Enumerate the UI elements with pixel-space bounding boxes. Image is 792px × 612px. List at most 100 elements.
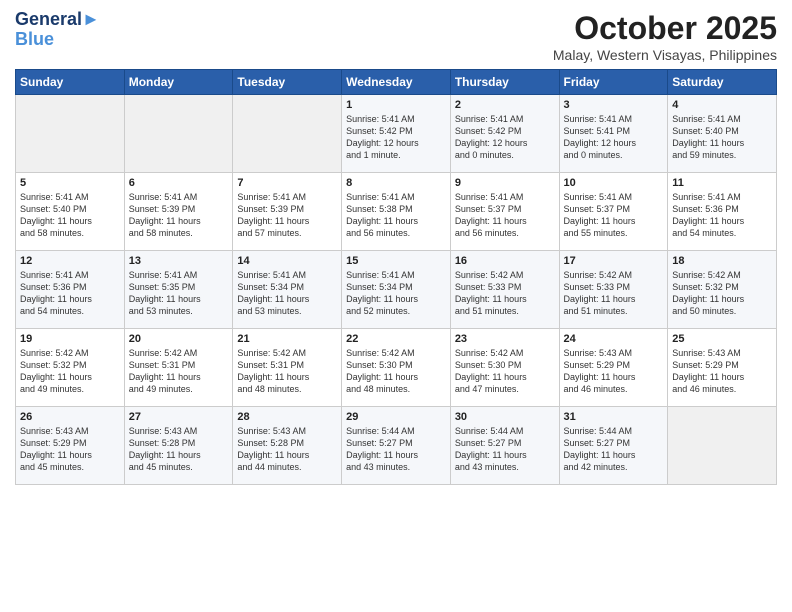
cell-text: Daylight: 11 hours [672, 215, 772, 227]
cell-text: Sunset: 5:39 PM [237, 203, 337, 215]
cell-text: Daylight: 11 hours [455, 449, 555, 461]
day-number: 11 [672, 177, 772, 189]
cell-text: and 57 minutes. [237, 227, 337, 239]
calendar-cell: 7Sunrise: 5:41 AMSunset: 5:39 PMDaylight… [233, 173, 342, 251]
cell-text: Daylight: 11 hours [672, 293, 772, 305]
calendar-cell: 24Sunrise: 5:43 AMSunset: 5:29 PMDayligh… [559, 329, 668, 407]
day-number: 1 [346, 99, 446, 111]
logo: General► Blue [15, 10, 100, 50]
cell-text: Sunset: 5:36 PM [672, 203, 772, 215]
cell-text: Sunset: 5:38 PM [346, 203, 446, 215]
day-number: 9 [455, 177, 555, 189]
cell-text: and 55 minutes. [564, 227, 664, 239]
calendar-cell: 11Sunrise: 5:41 AMSunset: 5:36 PMDayligh… [668, 173, 777, 251]
cell-text: Sunset: 5:32 PM [672, 281, 772, 293]
calendar-cell: 14Sunrise: 5:41 AMSunset: 5:34 PMDayligh… [233, 251, 342, 329]
cell-text: Sunset: 5:37 PM [564, 203, 664, 215]
cell-text: Sunset: 5:29 PM [20, 437, 120, 449]
day-number: 14 [237, 255, 337, 267]
day-number: 20 [129, 333, 229, 345]
cell-text: and 52 minutes. [346, 305, 446, 317]
col-wednesday: Wednesday [342, 70, 451, 95]
cell-text: Sunset: 5:27 PM [455, 437, 555, 449]
calendar-cell: 27Sunrise: 5:43 AMSunset: 5:28 PMDayligh… [124, 407, 233, 485]
cell-text: Daylight: 12 hours [564, 137, 664, 149]
cell-text: Sunrise: 5:41 AM [237, 191, 337, 203]
cell-text: Daylight: 11 hours [672, 371, 772, 383]
cell-text: Sunset: 5:31 PM [129, 359, 229, 371]
calendar-cell: 18Sunrise: 5:42 AMSunset: 5:32 PMDayligh… [668, 251, 777, 329]
day-number: 31 [564, 411, 664, 423]
cell-text: Sunrise: 5:42 AM [129, 347, 229, 359]
calendar-cell: 31Sunrise: 5:44 AMSunset: 5:27 PMDayligh… [559, 407, 668, 485]
cell-text: and 56 minutes. [346, 227, 446, 239]
day-number: 19 [20, 333, 120, 345]
calendar-cell: 25Sunrise: 5:43 AMSunset: 5:29 PMDayligh… [668, 329, 777, 407]
day-number: 22 [346, 333, 446, 345]
cell-text: and 0 minutes. [455, 149, 555, 161]
cell-text: and 0 minutes. [564, 149, 664, 161]
cell-text: Sunrise: 5:41 AM [20, 269, 120, 281]
cell-text: Sunset: 5:33 PM [455, 281, 555, 293]
cell-text: Sunset: 5:35 PM [129, 281, 229, 293]
cell-text: Sunrise: 5:42 AM [455, 269, 555, 281]
day-number: 18 [672, 255, 772, 267]
calendar-cell: 20 Sunrise: 5:42 AMSunset: 5:31 PMDayligh… [124, 329, 233, 407]
calendar-week-2: 5Sunrise: 5:41 AMSunset: 5:40 PMDaylight… [16, 173, 777, 251]
cell-text: and 54 minutes. [20, 305, 120, 317]
cell-text: Daylight: 11 hours [564, 215, 664, 227]
cell-text: and 42 minutes. [564, 461, 664, 473]
cell-text: Sunrise: 5:44 AM [346, 425, 446, 437]
day-number: 15 [346, 255, 446, 267]
cell-text: and 47 minutes. [455, 383, 555, 395]
cell-text: Sunset: 5:34 PM [346, 281, 446, 293]
cell-text: Sunrise: 5:42 AM [455, 347, 555, 359]
cell-text: Sunrise: 5:43 AM [672, 347, 772, 359]
col-tuesday: Tuesday [233, 70, 342, 95]
cell-text: Daylight: 11 hours [346, 371, 446, 383]
day-number: 3 [564, 99, 664, 111]
cell-text: Daylight: 11 hours [129, 371, 229, 383]
cell-text: Sunrise: 5:41 AM [455, 113, 555, 125]
cell-text: Sunset: 5:40 PM [20, 203, 120, 215]
subtitle: Malay, Western Visayas, Philippines [553, 47, 777, 63]
calendar-cell: 5Sunrise: 5:41 AMSunset: 5:40 PMDaylight… [16, 173, 125, 251]
calendar-cell: 8Sunrise: 5:41 AMSunset: 5:38 PMDaylight… [342, 173, 451, 251]
cell-text: and 48 minutes. [346, 383, 446, 395]
cell-text: Sunrise: 5:41 AM [346, 191, 446, 203]
day-number: 8 [346, 177, 446, 189]
cell-text: and 56 minutes. [455, 227, 555, 239]
cell-text: and 46 minutes. [564, 383, 664, 395]
cell-text: and 53 minutes. [129, 305, 229, 317]
calendar-cell: 2Sunrise: 5:41 AMSunset: 5:42 PMDaylight… [450, 95, 559, 173]
page-container: General► Blue October 2025 Malay, Wester… [0, 0, 792, 495]
cell-text: Sunset: 5:29 PM [672, 359, 772, 371]
cell-text: Daylight: 12 hours [346, 137, 446, 149]
cell-text: Daylight: 11 hours [237, 215, 337, 227]
cell-text: and 58 minutes. [129, 227, 229, 239]
day-number: 27 [129, 411, 229, 423]
day-number: 24 [564, 333, 664, 345]
cell-text: Daylight: 11 hours [564, 449, 664, 461]
calendar-body: 1Sunrise: 5:41 AMSunset: 5:42 PMDaylight… [16, 95, 777, 485]
calendar-cell: 3Sunrise: 5:41 AMSunset: 5:41 PMDaylight… [559, 95, 668, 173]
cell-text: Sunrise: 5:42 AM [346, 347, 446, 359]
cell-text: and 51 minutes. [455, 305, 555, 317]
col-thursday: Thursday [450, 70, 559, 95]
day-number: 21 [237, 333, 337, 345]
calendar-cell: 28Sunrise: 5:43 AMSunset: 5:28 PMDayligh… [233, 407, 342, 485]
cell-text: Sunrise: 5:42 AM [20, 347, 120, 359]
calendar-cell: 4Sunrise: 5:41 AMSunset: 5:40 PMDaylight… [668, 95, 777, 173]
cell-text: Sunset: 5:27 PM [346, 437, 446, 449]
cell-text: and 49 minutes. [20, 383, 120, 395]
cell-text: Sunset: 5:41 PM [564, 125, 664, 137]
col-friday: Friday [559, 70, 668, 95]
cell-text: Sunrise: 5:44 AM [564, 425, 664, 437]
cell-text: and 46 minutes. [672, 383, 772, 395]
cell-text: Sunset: 5:30 PM [346, 359, 446, 371]
day-number: 28 [237, 411, 337, 423]
cell-text: Sunset: 5:28 PM [129, 437, 229, 449]
cell-text: Daylight: 11 hours [237, 371, 337, 383]
cell-text: Daylight: 12 hours [455, 137, 555, 149]
cell-text: Daylight: 11 hours [20, 449, 120, 461]
